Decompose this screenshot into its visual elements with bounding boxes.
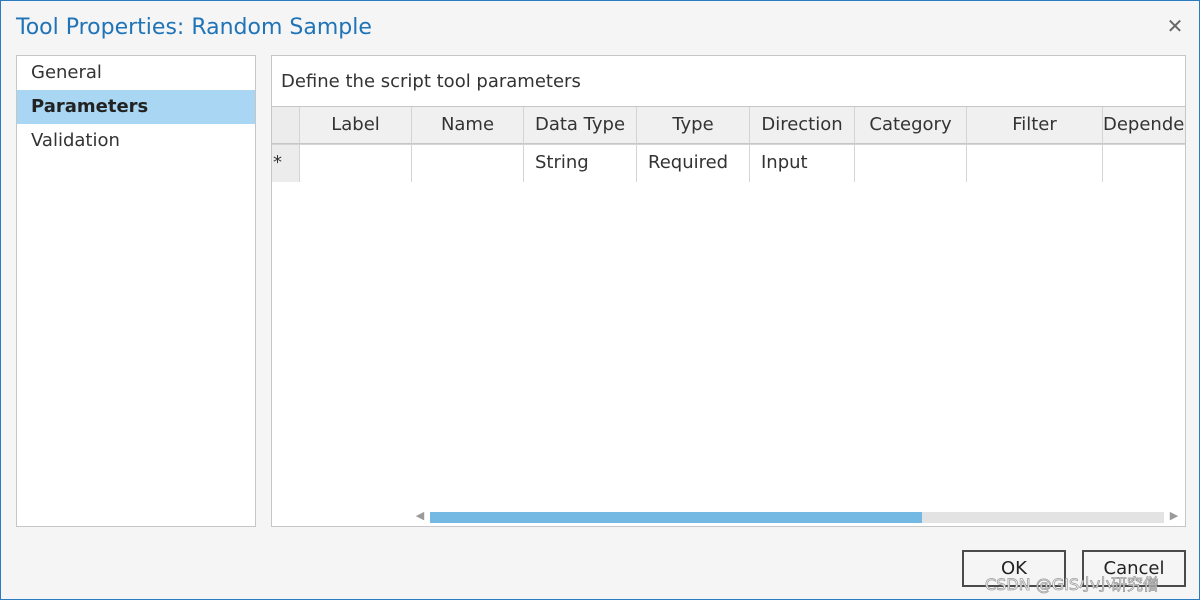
nav-item-validation[interactable]: Validation: [17, 124, 255, 158]
scroll-track[interactable]: [430, 512, 1164, 523]
parameters-panel: Define the script tool parameters Label …: [271, 55, 1186, 527]
new-row-marker[interactable]: *: [272, 145, 300, 182]
column-header-category[interactable]: Category: [855, 107, 967, 144]
grid-new-row: * String Required Input: [272, 144, 1185, 182]
column-header-data-type[interactable]: Data Type: [524, 107, 637, 144]
close-icon[interactable]: ✕: [1164, 14, 1186, 38]
cell-name[interactable]: [412, 145, 524, 182]
dialog-title: Tool Properties: Random Sample: [16, 15, 372, 40]
row-header-corner: [272, 107, 300, 144]
column-header-filter[interactable]: Filter: [967, 107, 1103, 144]
cell-label[interactable]: [300, 145, 412, 182]
horizontal-scrollbar[interactable]: ◀ ▶: [412, 508, 1182, 524]
scroll-right-icon[interactable]: ▶: [1166, 508, 1182, 524]
properties-nav: General Parameters Validation: [16, 55, 256, 527]
nav-item-general[interactable]: General: [17, 56, 255, 90]
grid-header-row: Label Name Data Type Type Direction Cate…: [272, 107, 1185, 144]
cell-direction[interactable]: Input: [750, 145, 855, 182]
cell-filter[interactable]: [967, 145, 1103, 182]
parameters-grid: Label Name Data Type Type Direction Cate…: [272, 106, 1185, 182]
scroll-thumb[interactable]: [430, 512, 922, 523]
watermark: CSDN @GIS小小研究僧: [985, 575, 1160, 595]
tool-properties-dialog: Tool Properties: Random Sample ✕ General…: [0, 0, 1200, 600]
column-header-type[interactable]: Type: [637, 107, 750, 144]
scroll-left-icon[interactable]: ◀: [412, 508, 428, 524]
column-header-label[interactable]: Label: [300, 107, 412, 144]
column-header-name[interactable]: Name: [412, 107, 524, 144]
panel-description: Define the script tool parameters: [281, 71, 581, 92]
cell-dependency[interactable]: [1103, 145, 1185, 182]
column-header-direction[interactable]: Direction: [750, 107, 855, 144]
cell-category[interactable]: [855, 145, 967, 182]
column-header-dependency[interactable]: Dependency: [1103, 107, 1185, 144]
nav-item-parameters[interactable]: Parameters: [17, 90, 255, 124]
cell-data-type[interactable]: String: [524, 145, 637, 182]
cell-type[interactable]: Required: [637, 145, 750, 182]
